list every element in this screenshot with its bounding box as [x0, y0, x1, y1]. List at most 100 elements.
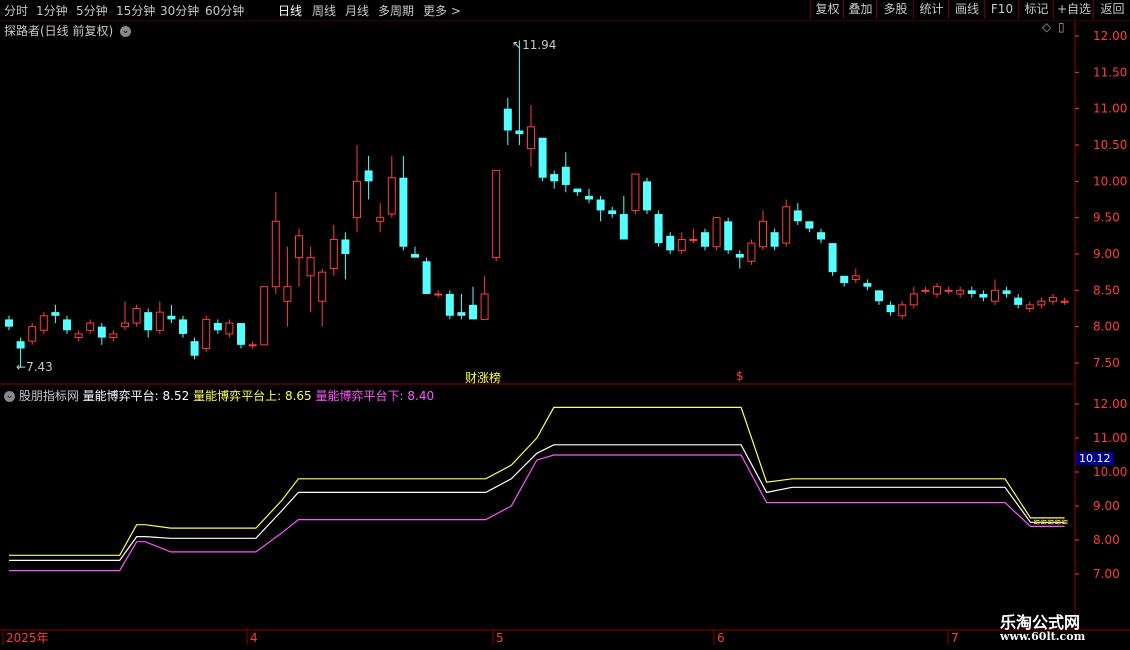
candle-body — [492, 169, 501, 259]
candle-body — [967, 290, 976, 294]
candle-body — [387, 177, 396, 215]
y-tick-label: 11.00 — [1093, 431, 1127, 445]
candle-body — [155, 311, 164, 331]
candle-body — [1060, 300, 1069, 303]
candle-body — [144, 312, 153, 331]
candle-body — [202, 318, 211, 349]
y-tick-label: 9.50 — [1093, 211, 1120, 225]
candle-body — [121, 322, 129, 328]
candle-body — [329, 238, 338, 270]
candle-body — [608, 210, 617, 215]
candle-body — [515, 130, 524, 135]
stock-title-text: 探路者(日线 前复权) — [4, 24, 114, 38]
candle-body — [886, 304, 895, 313]
candle-body — [1002, 290, 1011, 294]
candle-body — [840, 275, 849, 284]
candle-body — [735, 254, 744, 258]
candle-body — [677, 238, 686, 251]
candle-body — [805, 221, 814, 229]
current-value-tag: 10.12 — [1076, 452, 1114, 465]
candle-body — [109, 333, 118, 339]
y-tick-label: 9.00 — [1093, 499, 1120, 513]
event-marker[interactable]: $ — [736, 369, 744, 383]
candle-body — [318, 271, 327, 302]
candle-body — [793, 210, 802, 222]
platform-lower-value: 8.40 — [407, 389, 435, 403]
platform-upper-value: 8.65 — [284, 389, 312, 403]
candle-body — [596, 199, 605, 211]
candle-body — [445, 293, 454, 316]
candle-body — [817, 232, 825, 240]
panel-toggle-icon[interactable]: ▯ — [1058, 20, 1065, 34]
date-label: 2025年 — [6, 631, 49, 645]
candle-body — [132, 308, 141, 324]
candle-body — [248, 344, 257, 347]
signal-marker: ≋ — [1061, 518, 1069, 528]
candle-body — [353, 180, 361, 219]
candle-body — [86, 322, 95, 331]
y-tick-label: 12.00 — [1093, 397, 1127, 411]
indicator-settings-icon[interactable]: ⌄ — [4, 391, 15, 402]
event-label[interactable]: 财涨榜 — [465, 369, 501, 386]
platform-value: 8.52 — [162, 389, 190, 403]
indicator-name[interactable]: 股朋指标网 — [19, 389, 79, 403]
candle-body — [503, 108, 512, 131]
candle-body — [1049, 297, 1057, 302]
candle-body — [956, 289, 965, 295]
candle-body — [422, 261, 431, 294]
indicator-line — [9, 406, 1065, 556]
candle-body — [573, 188, 582, 193]
title-dropdown-icon[interactable]: ⌄ — [120, 26, 132, 37]
y-tick-label: 10.50 — [1093, 138, 1127, 152]
candle-body — [724, 221, 733, 251]
candle-body — [213, 323, 222, 331]
candle-body — [619, 214, 628, 240]
platform-lower-label: 量能博弈平台下: — [315, 389, 404, 403]
platform-label: 量能博弈平台: — [82, 389, 159, 403]
candle-body — [654, 214, 663, 244]
candle-body — [527, 126, 535, 150]
candle-body — [759, 220, 767, 248]
candle-body — [5, 319, 13, 327]
candle-body — [457, 312, 466, 316]
candle-body — [225, 322, 234, 335]
candle-body — [97, 326, 106, 338]
candle-body — [770, 232, 779, 247]
main-panel-title[interactable]: 探路者(日线 前复权) ⌄ — [4, 22, 132, 39]
indicator-line — [9, 454, 1065, 572]
date-label: 5 — [496, 631, 504, 645]
candle-body — [179, 319, 187, 334]
candle-body — [63, 319, 71, 331]
candle-body — [51, 312, 60, 316]
candle-body — [469, 304, 477, 320]
candle-body — [538, 137, 547, 178]
high-price-label: ↖11.94 — [512, 38, 557, 52]
date-label: 4 — [250, 631, 258, 645]
candle-body — [283, 286, 292, 302]
diamond-icon[interactable]: ◇ — [1042, 20, 1051, 34]
candle-body — [376, 217, 385, 222]
watermark-url: www.60lt.com — [1000, 630, 1086, 643]
candle-body — [399, 177, 408, 247]
candle-body — [689, 238, 698, 241]
candle-body — [631, 173, 640, 211]
y-tick-label: 11.00 — [1093, 102, 1127, 116]
candle-body — [561, 166, 570, 185]
candle-body — [909, 293, 918, 306]
candle-body — [28, 326, 37, 342]
candle-body — [295, 235, 303, 259]
candle-body — [260, 286, 269, 346]
candle-body — [341, 239, 350, 254]
candle-body — [271, 220, 280, 288]
y-tick-label: 7.00 — [1093, 567, 1120, 581]
candle-body — [39, 315, 48, 331]
date-label: 7 — [951, 631, 959, 645]
y-tick-label: 7.50 — [1093, 356, 1120, 370]
candle-body — [585, 195, 593, 200]
candle-body — [747, 242, 756, 262]
candle-body — [933, 286, 941, 295]
y-tick-label: 8.50 — [1093, 283, 1120, 297]
candle-body — [237, 323, 245, 345]
y-tick-label: 10.00 — [1093, 174, 1127, 188]
candle-body — [875, 290, 883, 302]
